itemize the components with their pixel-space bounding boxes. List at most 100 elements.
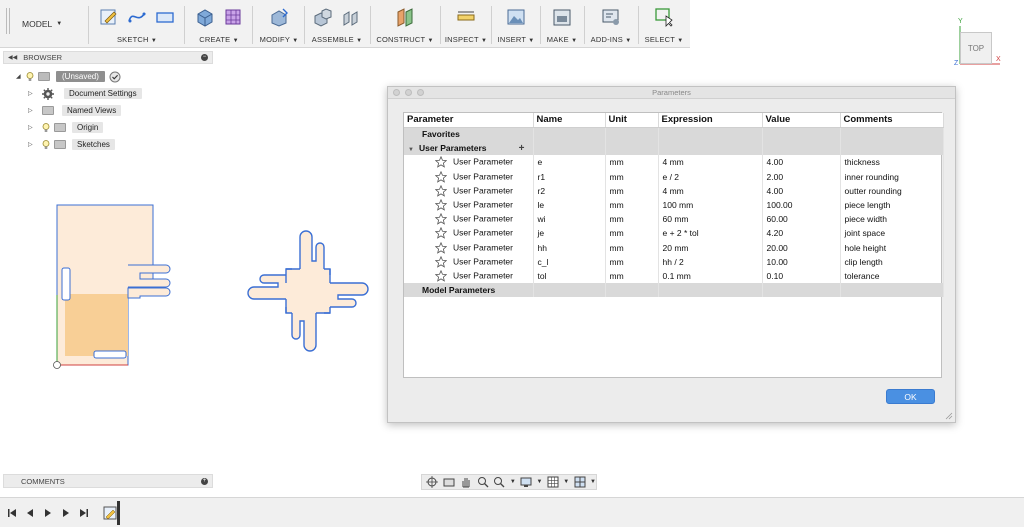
table-row[interactable]: User Parameter c_l mm hh / 2 10.00 clip lengt… [404, 254, 944, 269]
extrude-box-icon[interactable] [194, 6, 216, 28]
toolbar-group-add-ins[interactable]: ADD-INS ▼ [586, 4, 636, 46]
toolbar-group-modify[interactable]: MODIFY ▼ [254, 4, 304, 46]
favorite-star-icon[interactable] [435, 184, 447, 197]
toolbar-group-select[interactable]: SELECT ▼ [640, 4, 688, 46]
chevron-down-icon[interactable]: ▼ [537, 479, 543, 485]
sketch-canvas[interactable] [40, 195, 380, 375]
favorite-star-icon[interactable] [435, 269, 447, 282]
sketch-piece-cross[interactable] [247, 230, 369, 352]
orbit-icon[interactable] [426, 476, 439, 488]
panel-menu-icon[interactable]: + [201, 478, 208, 485]
toolbar-group-create[interactable]: CREATE ▼ [188, 4, 250, 46]
sketch-piece-rectangle[interactable] [53, 204, 171, 369]
browser-panel-header[interactable]: ◀◀ BROWSER − [3, 51, 213, 64]
favorites-group-row[interactable]: Favorites [404, 127, 944, 142]
rectangle-icon[interactable] [154, 6, 176, 28]
play-icon[interactable] [42, 507, 54, 519]
column-header-name[interactable]: Name [533, 113, 606, 128]
column-header-expression[interactable]: Expression [658, 113, 763, 128]
table-row[interactable]: User Parameter le mm 100 mm 100.00 piece leng… [404, 197, 944, 213]
ok-button[interactable]: OK [886, 389, 935, 404]
expand-toggle-icon[interactable]: ▷ [28, 141, 38, 148]
favorite-star-icon[interactable] [435, 170, 447, 183]
toolbar-grip[interactable] [6, 8, 10, 34]
collapse-panel-icon[interactable]: ◀◀ [8, 54, 17, 61]
user-parameters-group-row[interactable]: ▼ User Parameters + [404, 141, 944, 156]
go-to-start-icon[interactable] [6, 507, 18, 519]
table-row[interactable]: User Parameter r1 mm e / 2 2.00 inner roundin… [404, 169, 944, 184]
timeline-sketch-feature-icon[interactable] [103, 504, 117, 520]
toolbar-group-sketch[interactable]: SKETCH ▼ [92, 4, 182, 46]
table-row[interactable]: User Parameter r2 mm 4 mm 4.00 outter roundin… [404, 183, 944, 198]
column-header-value[interactable]: Value [762, 113, 841, 128]
expand-toggle-icon[interactable]: ◢ [16, 73, 26, 80]
spline-icon[interactable] [126, 6, 148, 28]
create-sketch-icon[interactable] [98, 6, 120, 28]
table-row[interactable]: User Parameter wi mm 60 mm 60.00 piece width [404, 212, 944, 227]
table-row[interactable]: User Parameter e mm 4 mm 4.00 thickness [404, 155, 944, 170]
resize-grip-icon[interactable] [945, 412, 953, 420]
table-row[interactable]: User Parameter hh mm 20 mm 20.00 hole height [404, 240, 944, 255]
grid-snaps-icon[interactable] [547, 476, 560, 488]
comments-panel-header[interactable]: COMMENTS + [3, 474, 213, 488]
new-component-icon[interactable] [312, 6, 334, 28]
view-cube[interactable]: TOP Y X Z [948, 18, 1008, 75]
column-header-unit[interactable]: Unit [605, 113, 659, 128]
measure-icon[interactable] [455, 6, 477, 28]
display-settings-icon[interactable] [520, 476, 533, 488]
chevron-down-icon[interactable]: ▼ [563, 479, 569, 485]
go-to-end-icon[interactable] [78, 507, 90, 519]
toolbar-group-construct[interactable]: CONSTRUCT ▼ [372, 4, 438, 46]
favorite-star-icon[interactable] [435, 213, 447, 225]
browser-item-named-views[interactable]: ▷ Named Views [28, 104, 122, 117]
toolbar-group-assemble[interactable]: ASSEMBLE ▼ [306, 4, 368, 46]
press-pull-icon[interactable] [268, 6, 290, 28]
table-row[interactable]: User Parameter je mm e + 2 * tol 4.20 joint s… [404, 226, 944, 241]
step-back-icon[interactable] [24, 507, 36, 519]
pan-hand-icon[interactable] [460, 476, 473, 488]
expand-toggle-icon[interactable]: ▷ [28, 124, 38, 131]
favorite-star-icon[interactable] [435, 156, 447, 169]
add-parameter-button[interactable]: + [519, 143, 525, 154]
toolbar-group-inspect[interactable]: INSPECT ▼ [442, 4, 490, 46]
table-row[interactable]: User Parameter tol mm 0.1 mm 0.10 tolerance [404, 268, 944, 284]
visibility-bulb-icon[interactable] [26, 71, 34, 82]
zoom-icon[interactable] [476, 476, 489, 488]
select-icon[interactable] [653, 6, 675, 28]
visibility-bulb-icon[interactable] [42, 122, 50, 133]
offset-plane-icon[interactable] [394, 6, 416, 28]
view-cube-face-top[interactable]: TOP [960, 32, 992, 64]
column-header-parameter[interactable]: Parameter [404, 113, 534, 128]
browser-root-item[interactable]: ◢ (Unsaved) [16, 70, 121, 83]
zoom-window-icon[interactable] [493, 476, 506, 488]
workspace-switcher[interactable]: MODEL ▼ [22, 14, 84, 34]
panel-menu-icon[interactable]: − [201, 54, 208, 61]
favorite-star-icon[interactable] [435, 241, 447, 254]
chevron-down-icon[interactable]: ▼ [590, 479, 596, 485]
browser-item-document-settings[interactable]: ▷ Document Settings [28, 87, 142, 100]
joint-icon[interactable] [340, 6, 362, 28]
timeline-marker[interactable] [117, 501, 120, 525]
favorite-star-icon[interactable] [435, 199, 447, 211]
chevron-down-icon[interactable]: ▼ [510, 479, 516, 485]
dialog-titlebar[interactable]: Parameters [388, 87, 955, 99]
viewports-icon[interactable] [573, 476, 586, 488]
insert-image-icon[interactable] [505, 6, 527, 28]
expand-toggle-icon[interactable]: ▷ [28, 90, 38, 97]
toolbar-group-insert[interactable]: INSERT ▼ [493, 4, 539, 46]
model-parameters-group-row[interactable]: Model Parameters [404, 283, 944, 298]
favorite-star-icon[interactable] [435, 255, 447, 268]
visibility-bulb-icon[interactable] [42, 139, 50, 150]
scripts-icon[interactable] [600, 6, 622, 28]
look-at-icon[interactable] [443, 476, 456, 488]
expand-toggle-icon[interactable]: ▷ [28, 107, 38, 114]
favorite-star-icon[interactable] [435, 227, 447, 240]
3d-print-icon[interactable] [551, 6, 573, 28]
step-forward-icon[interactable] [60, 507, 72, 519]
toolbar-group-make[interactable]: MAKE ▼ [542, 4, 582, 46]
browser-item-origin[interactable]: ▷ Origin [28, 121, 104, 134]
column-header-comments[interactable]: Comments [840, 113, 944, 128]
browser-item-sketches[interactable]: ▷ Sketches [28, 138, 115, 151]
form-cage-icon[interactable] [222, 6, 244, 28]
collapse-triangle-icon[interactable]: ▼ [408, 147, 414, 153]
